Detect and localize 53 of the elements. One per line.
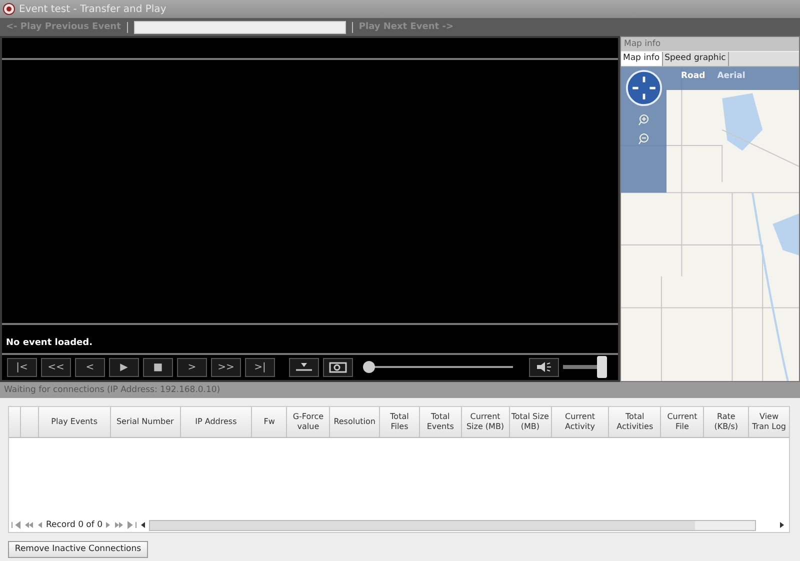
connection-status: Waiting for connections (IP Address: 192.168.0.10) [0, 382, 800, 398]
transport-button[interactable]: ▶ [109, 358, 139, 377]
previous-page-icon[interactable] [24, 521, 34, 529]
slider-thumb[interactable] [363, 361, 375, 374]
transport-button[interactable]: ■ [143, 358, 173, 377]
window-title: Event test - Transfer and Play [19, 4, 166, 14]
column-header[interactable]: Serial Number [110, 407, 181, 437]
previous-record-icon[interactable] [37, 521, 43, 529]
transport-button[interactable]: << [41, 358, 71, 377]
snapshot-menu-button[interactable] [289, 358, 319, 377]
slider-thumb[interactable] [597, 356, 607, 378]
transport-button[interactable]: >> [211, 358, 241, 377]
speaker-icon [534, 361, 554, 374]
column-header[interactable]: Current Activity [552, 407, 610, 437]
zoom-out-icon[interactable] [638, 133, 650, 145]
transport-button[interactable]: < [75, 358, 105, 377]
column-header[interactable]: Current File [661, 407, 704, 437]
column-header[interactable]: Total Files [380, 407, 420, 437]
scrollbar-thumb[interactable] [150, 520, 695, 530]
transport-button[interactable]: |< [7, 358, 37, 377]
next-page-icon[interactable] [114, 521, 124, 529]
dropdown-icon [294, 362, 314, 372]
scroll-right-icon[interactable] [779, 521, 785, 529]
volume-slider[interactable] [563, 356, 607, 378]
scroll-left-icon[interactable] [140, 521, 146, 529]
column-header[interactable]: View Tran Log [749, 407, 789, 437]
transport-button[interactable]: > [177, 358, 207, 377]
zoom-in-icon[interactable] [638, 114, 650, 126]
column-header[interactable]: Fw [252, 407, 288, 437]
transport-button[interactable]: >| [245, 358, 275, 377]
camera-icon [328, 361, 348, 374]
column-header[interactable]: G-Force value [287, 407, 330, 437]
record-counter: Record 0 of 0 [46, 520, 102, 530]
panel-title: Map info [621, 37, 799, 52]
next-record-icon[interactable] [105, 521, 112, 529]
column-header[interactable]: Current Size (MB) [462, 407, 510, 437]
horizontal-scrollbar[interactable] [149, 520, 756, 530]
column-header[interactable]: IP Address [180, 407, 252, 437]
player-status: No event loaded. [6, 338, 93, 348]
tab[interactable]: Map info [621, 52, 663, 66]
volume-button[interactable] [529, 358, 559, 377]
pan-control-icon[interactable] [625, 69, 663, 107]
column-header[interactable]: Total Events [420, 407, 462, 437]
app-icon [3, 3, 15, 15]
tab[interactable]: Speed graphic [662, 52, 729, 66]
column-header[interactable]: Resolution [330, 407, 380, 437]
column-header[interactable]: Rate (KB/s) [704, 407, 750, 437]
first-page-icon[interactable] [11, 521, 21, 529]
column-header[interactable]: Total Size (MB) [510, 407, 552, 437]
camera-button[interactable] [323, 358, 353, 377]
column-header[interactable]: Play Events [38, 407, 111, 437]
event-field[interactable] [134, 20, 346, 34]
column-header[interactable]: Total Activities [609, 407, 662, 437]
